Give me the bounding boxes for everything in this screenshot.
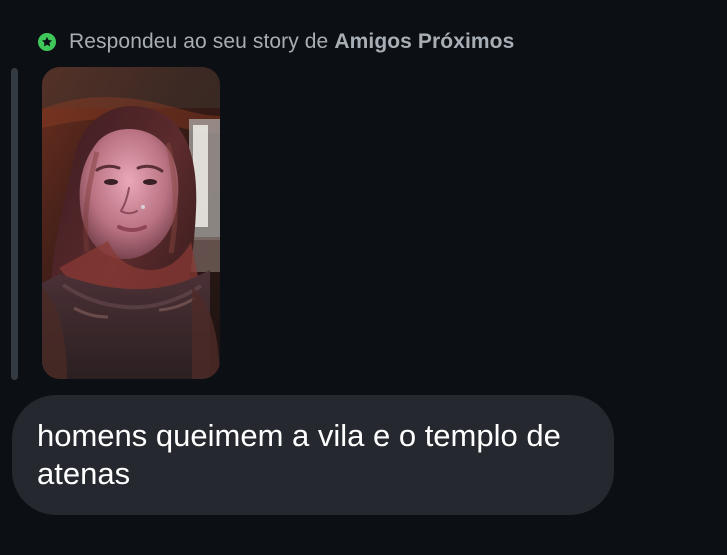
close-friends-star-icon (34, 29, 60, 55)
reply-context-prefix: Respondeu ao seu story de (69, 30, 329, 53)
close-friends-label: Amigos Próximos (334, 30, 515, 53)
message-text: homens queimem a vila e o templo de aten… (37, 418, 561, 491)
story-reply-context: Respondeu ao seu story de Amigos Próximo… (34, 28, 514, 56)
story-preview-image[interactable] (42, 67, 220, 379)
message-bubble[interactable]: homens queimem a vila e o templo de aten… (12, 395, 614, 515)
reply-quote-bar (11, 68, 18, 380)
dm-conversation-screen: Respondeu ao seu story de Amigos Próximo… (0, 0, 727, 555)
